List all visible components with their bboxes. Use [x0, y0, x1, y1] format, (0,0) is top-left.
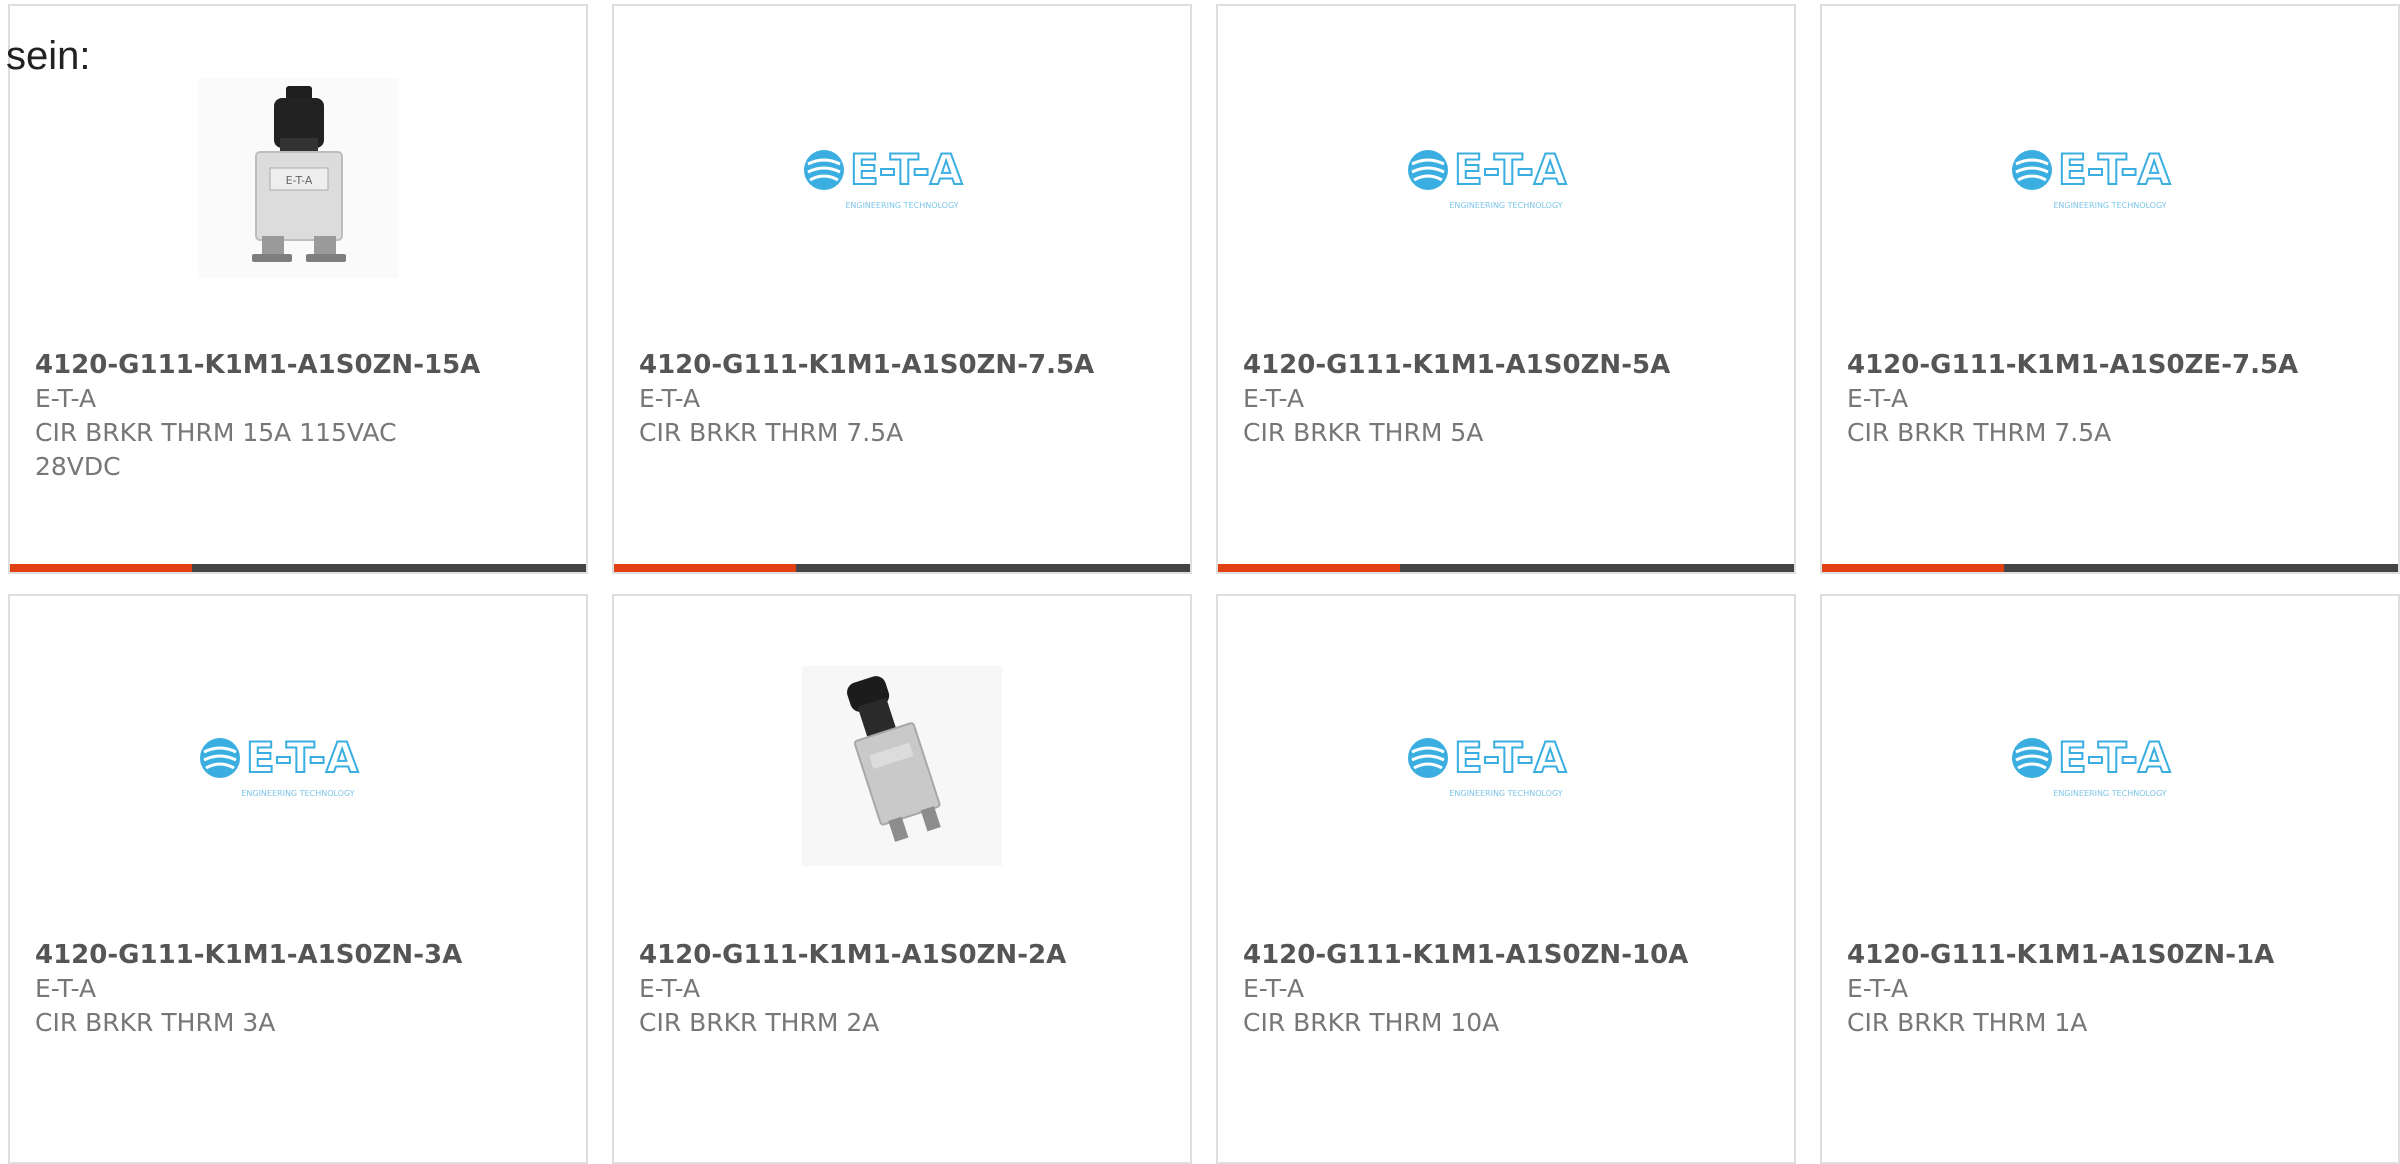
card-accent-bar [10, 564, 586, 572]
eta-logo-text: E-T-A [246, 733, 359, 782]
breaker-photo-front-image[interactable]: E-T-A [198, 78, 398, 278]
manufacturer-label: E-T-A [1847, 384, 1909, 413]
eta-logo-subtitle: ENGINEERING TECHNOLOGY [241, 789, 354, 798]
eta-logo-text: E-T-A [2058, 145, 2171, 194]
part-number-link[interactable]: 4120-G111-K1M1-A1S0ZN-1A [1847, 938, 2373, 972]
breaker-photo-angled-image[interactable] [802, 666, 1002, 866]
product-card[interactable]: E-T-A ENGINEERING TECHNOLOGY 4120-G111-K… [1216, 594, 1796, 1164]
product-card[interactable]: E-T-A ENGINEERING TECHNOLOGY 4120-G111-K… [1820, 4, 2400, 574]
eta-logo-image[interactable]: E-T-A ENGINEERING TECHNOLOGY [802, 78, 1002, 278]
product-card[interactable]: 4120-G111-K1M1-A1S0ZN-2A E-T-A CIR BRKR … [612, 594, 1192, 1164]
part-number-link[interactable]: 4120-G111-K1M1-A1S0ZE-7.5A [1847, 348, 2373, 382]
eta-logo-subtitle: ENGINEERING TECHNOLOGY [1449, 789, 1562, 798]
intro-text: sein: [6, 34, 91, 78]
product-card[interactable]: E-T-A ENGINEERING TECHNOLOGY 4120-G111-K… [1820, 594, 2400, 1164]
eta-logo-image[interactable]: E-T-A ENGINEERING TECHNOLOGY [2010, 666, 2210, 866]
product-card[interactable]: E-T-A 4120-G111-K1M1-A1S0ZN-15A E-T-A CI… [8, 4, 588, 574]
card-accent-bar [1218, 564, 1794, 572]
description-label: CIR BRKR THRM 5A [1243, 418, 1484, 447]
svg-text:E-T-A: E-T-A [286, 174, 313, 187]
product-card[interactable]: E-T-A ENGINEERING TECHNOLOGY 4120-G111-K… [8, 594, 588, 1164]
manufacturer-label: E-T-A [1243, 384, 1305, 413]
description-label: CIR BRKR THRM 3A [35, 1008, 276, 1037]
manufacturer-label: E-T-A [639, 384, 701, 413]
part-number-link[interactable]: 4120-G111-K1M1-A1S0ZN-10A [1243, 938, 1769, 972]
eta-logo-text: E-T-A [850, 145, 963, 194]
manufacturer-label: E-T-A [35, 974, 97, 1003]
manufacturer-label: E-T-A [35, 384, 97, 413]
description-label: CIR BRKR THRM 15A 115VAC 28VDC [35, 418, 397, 481]
product-card[interactable]: E-T-A ENGINEERING TECHNOLOGY 4120-G111-K… [1216, 4, 1796, 574]
part-number-link[interactable]: 4120-G111-K1M1-A1S0ZN-5A [1243, 348, 1769, 382]
eta-logo-image[interactable]: E-T-A ENGINEERING TECHNOLOGY [2010, 78, 2210, 278]
manufacturer-label: E-T-A [639, 974, 701, 1003]
description-label: CIR BRKR THRM 2A [639, 1008, 880, 1037]
part-number-link[interactable]: 4120-G111-K1M1-A1S0ZN-2A [639, 938, 1165, 972]
description-label: CIR BRKR THRM 7.5A [1847, 418, 2112, 447]
manufacturer-label: E-T-A [1847, 974, 1909, 1003]
eta-logo-subtitle: ENGINEERING TECHNOLOGY [845, 201, 958, 210]
eta-logo-image[interactable]: E-T-A ENGINEERING TECHNOLOGY [1406, 666, 1606, 866]
eta-logo-image[interactable]: E-T-A ENGINEERING TECHNOLOGY [198, 666, 398, 866]
part-number-link[interactable]: 4120-G111-K1M1-A1S0ZN-7.5A [639, 348, 1165, 382]
eta-logo-subtitle: ENGINEERING TECHNOLOGY [2053, 789, 2166, 798]
eta-logo-image[interactable]: E-T-A ENGINEERING TECHNOLOGY [1406, 78, 1606, 278]
card-accent-bar [614, 564, 1190, 572]
description-label: CIR BRKR THRM 1A [1847, 1008, 2088, 1037]
eta-logo-subtitle: ENGINEERING TECHNOLOGY [2053, 201, 2166, 210]
eta-logo-subtitle: ENGINEERING TECHNOLOGY [1449, 201, 1562, 210]
manufacturer-label: E-T-A [1243, 974, 1305, 1003]
product-card[interactable]: E-T-A ENGINEERING TECHNOLOGY 4120-G111-K… [612, 4, 1192, 574]
eta-logo-text: E-T-A [1454, 145, 1567, 194]
card-accent-bar [1822, 564, 2398, 572]
eta-logo-text: E-T-A [2058, 733, 2171, 782]
description-label: CIR BRKR THRM 10A [1243, 1008, 1500, 1037]
description-label: CIR BRKR THRM 7.5A [639, 418, 904, 447]
eta-logo-text: E-T-A [1454, 733, 1567, 782]
product-grid: E-T-A 4120-G111-K1M1-A1S0ZN-15A E-T-A CI… [0, 0, 2400, 1164]
part-number-link[interactable]: 4120-G111-K1M1-A1S0ZN-15A [35, 348, 561, 382]
part-number-link[interactable]: 4120-G111-K1M1-A1S0ZN-3A [35, 938, 561, 972]
